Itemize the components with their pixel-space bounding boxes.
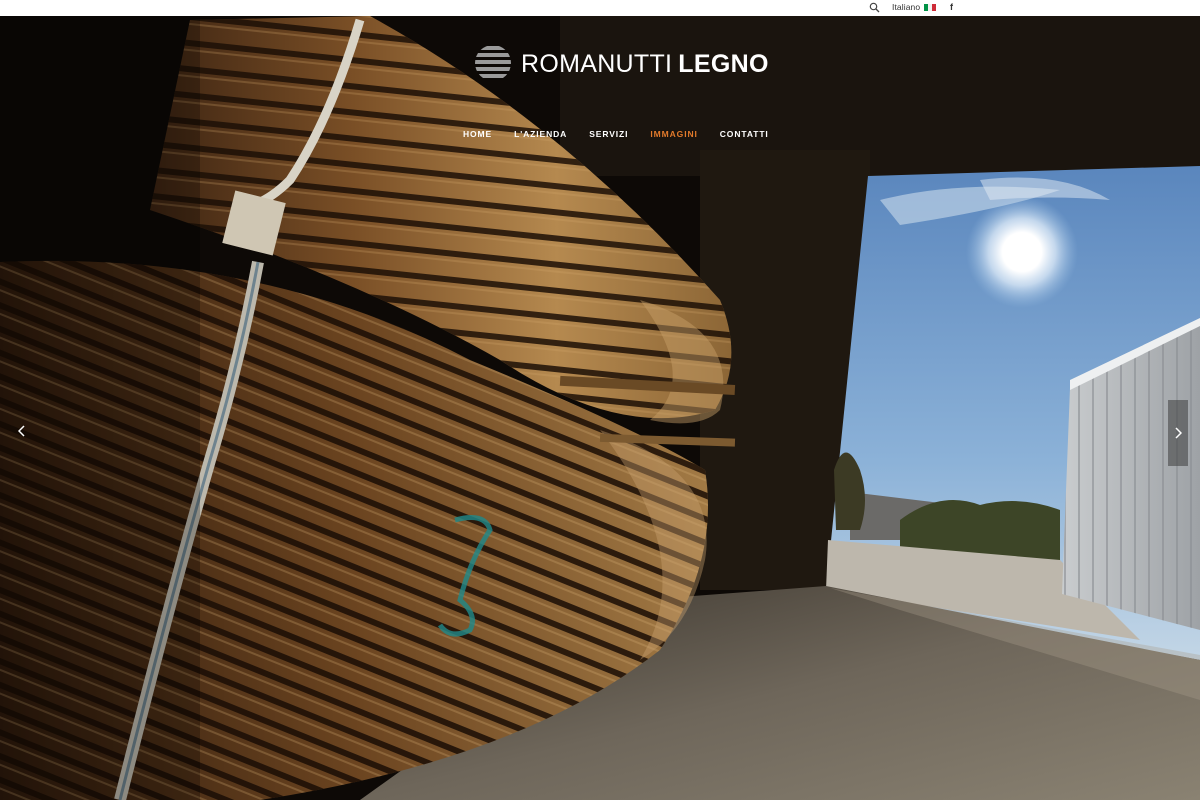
search-icon[interactable] (869, 2, 880, 13)
main-nav: HOME L'AZIENDA SERVIZI IMMAGINI CONTATTI (463, 128, 791, 142)
nav-home[interactable]: HOME (463, 128, 492, 142)
nav-azienda[interactable]: L'AZIENDA (514, 128, 567, 142)
nav-servizi[interactable]: SERVIZI (589, 128, 628, 142)
striped-log-icon (475, 46, 511, 78)
language-selector[interactable]: Italiano (892, 2, 920, 13)
top-utility-bar: Italiano f (0, 0, 1200, 16)
slider-next-button[interactable] (1168, 400, 1188, 466)
brand-logo[interactable]: ROMANUTTI LEGNO (473, 43, 768, 85)
chevron-right-icon (1175, 427, 1182, 439)
nav-immagini[interactable]: IMMAGINI (650, 128, 697, 142)
brand-name: ROMANUTTI LEGNO (521, 50, 769, 78)
facebook-icon[interactable]: f (950, 1, 953, 13)
nav-contatti[interactable]: CONTATTI (720, 128, 769, 142)
italian-flag-icon[interactable] (924, 4, 936, 11)
slider-prev-button[interactable] (12, 416, 32, 446)
chevron-left-icon (18, 425, 25, 437)
brand-name-light: ROMANUTTI (521, 50, 673, 78)
brand-name-bold: LEGNO (678, 50, 769, 78)
